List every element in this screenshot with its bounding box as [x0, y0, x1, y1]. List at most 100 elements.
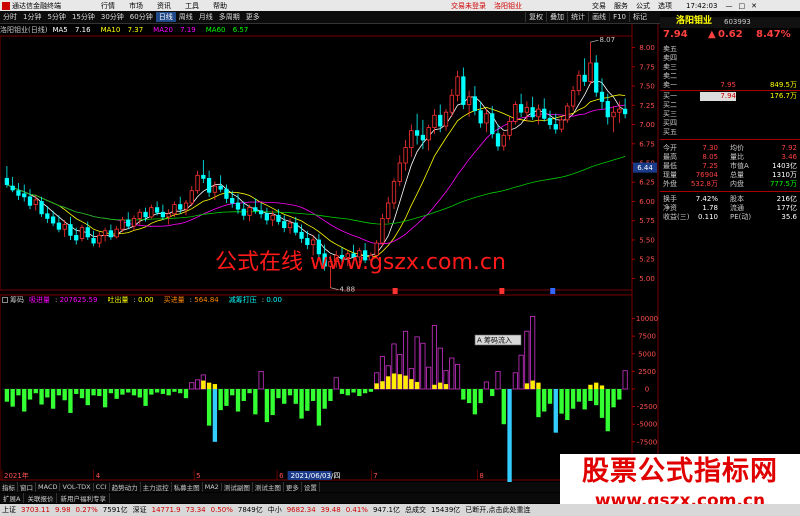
tab-vol-tdx[interactable]: VOL-TDX — [60, 483, 94, 491]
vol-bar — [230, 389, 235, 396]
tool-stats[interactable]: 统计 — [567, 12, 588, 22]
vol-bar — [212, 389, 218, 442]
menu-help[interactable]: 帮助 — [213, 1, 227, 11]
tool-f10[interactable]: F10 — [609, 13, 629, 21]
candle-body — [547, 117, 553, 125]
tab-window[interactable]: 窗口 — [18, 482, 36, 492]
candle-body — [22, 193, 27, 198]
period-tab-30min[interactable]: 30分钟 — [98, 12, 127, 22]
candle-body — [50, 216, 56, 224]
vol-tick-label: -7500 — [637, 438, 657, 446]
buy-bar — [201, 380, 206, 389]
candle-body — [611, 111, 616, 118]
chip-in-value: 207625.59 — [59, 296, 98, 304]
stat-key: 今开 — [663, 144, 677, 152]
candle-body — [79, 227, 85, 239]
vol-bar — [206, 389, 212, 426]
close-icon[interactable]: ✕ — [751, 2, 757, 10]
menu-tools[interactable]: 工具 — [185, 1, 199, 11]
trade-login-status[interactable]: 交易未登录 — [451, 1, 486, 11]
status-item: 7849亿 — [237, 506, 263, 514]
candle-body — [264, 213, 270, 221]
tab-cci[interactable]: CCI — [94, 483, 110, 491]
maximize-icon[interactable]: □ — [738, 2, 745, 10]
ask-row-5: 卖五 — [660, 45, 800, 54]
tab-related-quote[interactable]: 关联报价 — [24, 493, 58, 503]
date-label: 6 — [279, 472, 284, 480]
stat-value: 216亿 — [776, 195, 797, 203]
ask-label: 卖四 — [663, 54, 677, 62]
max-price-label: 8.07 — [599, 36, 615, 44]
tab-test-sub[interactable]: 测试副图 — [222, 482, 253, 492]
menu-news[interactable]: 资讯 — [157, 1, 171, 11]
period-tab-60min[interactable]: 60分钟 — [127, 12, 156, 22]
stat-row: 净资 1.78 流通 177亿 — [660, 204, 800, 213]
candle-body — [154, 207, 160, 213]
bid-row-3: 买三 — [660, 110, 800, 119]
candle-body — [391, 181, 397, 204]
tool-draw[interactable]: 画线 — [588, 12, 609, 22]
vol-bar — [166, 389, 171, 396]
candle-body — [201, 174, 206, 179]
tab-ma2[interactable]: MA2 — [203, 483, 222, 491]
vol-bar — [599, 389, 605, 418]
period-tab-daily[interactable]: 日线 — [155, 12, 176, 22]
period-tab-weekly[interactable]: 周线 — [176, 12, 196, 22]
tab-indicator[interactable]: 指标 — [0, 482, 18, 492]
menu-options[interactable]: 选项 — [658, 1, 672, 11]
period-tab-intraday[interactable]: 分时 — [0, 12, 20, 22]
tab-extension-a[interactable]: 扩展A — [0, 493, 25, 503]
vol-bar — [126, 389, 131, 393]
candle-body — [131, 218, 137, 227]
candle-body — [160, 211, 166, 218]
vol-bar — [414, 336, 420, 390]
vol-bar — [79, 389, 85, 399]
vol-bar — [50, 389, 56, 409]
stat-row: 最低 7.25 市值A 1403亿 — [660, 162, 800, 171]
menu-market2[interactable]: 市场 — [129, 1, 143, 11]
vol-bar — [501, 389, 506, 425]
vol-bar — [483, 381, 490, 390]
period-tab-15min[interactable]: 15分钟 — [69, 12, 98, 22]
vol-bar — [247, 389, 252, 394]
menu-market[interactable]: 行情 — [101, 1, 115, 11]
period-tab-more[interactable]: 更多 — [243, 12, 263, 22]
buy-bar — [588, 384, 593, 389]
buy-bar — [409, 379, 414, 389]
status-connect-link[interactable]: 已断开,点击此处重连 — [465, 505, 530, 515]
tab-private-main[interactable]: 私募主图 — [172, 482, 203, 492]
menu-trade[interactable]: 交易 — [592, 1, 606, 11]
vol-bar — [478, 389, 483, 404]
vol-bar — [224, 389, 229, 406]
period-tab-1min[interactable]: 1分钟 — [20, 12, 44, 22]
menu-formula[interactable]: 公式 — [636, 1, 650, 11]
ask-label: 卖二 — [663, 72, 677, 80]
tab-main-control[interactable]: 主力运控 — [141, 482, 172, 492]
stat-key: 净资 — [663, 204, 677, 212]
period-tab-multi[interactable]: 多周期 — [216, 12, 243, 22]
candle-body — [10, 185, 15, 191]
tool-adjust[interactable]: 复权 — [525, 12, 546, 22]
menu-service[interactable]: 服务 — [614, 1, 628, 11]
candle-body — [380, 218, 385, 244]
tab-new-user[interactable]: 新用户福利专享 — [57, 493, 110, 503]
vol-tick-label: -2500 — [637, 403, 657, 411]
date-label: 2021年 — [4, 471, 29, 480]
period-tab-monthly[interactable]: 月线 — [196, 12, 216, 22]
vol-bar — [299, 389, 304, 419]
candle-body — [241, 208, 246, 216]
candle-body — [108, 230, 114, 238]
ask-vol: 849.5万 — [769, 81, 797, 89]
tab-trend-power[interactable]: 趋势动力 — [110, 482, 141, 492]
period-tab-5min[interactable]: 5分钟 — [44, 12, 68, 22]
tab-more[interactable]: 更多 — [284, 482, 302, 492]
tab-settings[interactable]: 设置 — [302, 482, 320, 492]
minimize-icon[interactable]: — — [725, 2, 732, 10]
title-bar: 通达信金融终端 行情 市场 资讯 工具 帮助 交易未登录 洛阳钼业 交易 服务 … — [0, 0, 800, 11]
tool-overlay[interactable]: 叠加 — [546, 12, 567, 22]
candle-body — [299, 231, 304, 239]
tab-macd[interactable]: MACD — [36, 483, 61, 491]
vol-bar — [310, 389, 316, 401]
tool-mark[interactable]: 标记 — [629, 12, 650, 22]
tab-test-main[interactable]: 测试主图 — [253, 482, 284, 492]
